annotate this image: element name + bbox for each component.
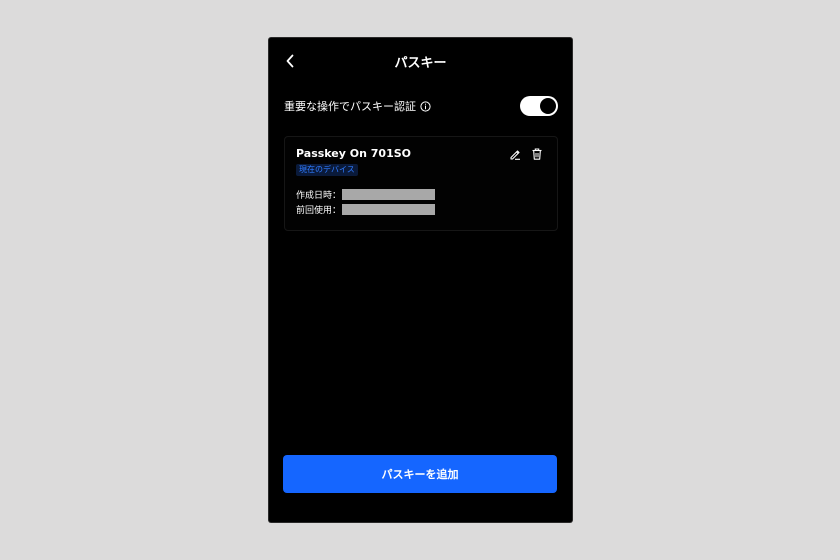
created-label: 作成日時： bbox=[296, 191, 342, 201]
passkey-auth-setting: 重要な操作でパスキー認証 bbox=[284, 95, 558, 117]
add-passkey-button[interactable]: パスキーを追加 bbox=[283, 455, 557, 493]
last-used-row: 前回使用： bbox=[296, 203, 436, 216]
passkey-card: Passkey On 701SO 現在のデバイス 作成日時： 前回使用： bbox=[284, 136, 558, 231]
last-used-label: 前回使用： bbox=[296, 206, 342, 216]
delete-passkey-button[interactable] bbox=[530, 146, 544, 160]
edit-passkey-button[interactable] bbox=[508, 146, 522, 160]
passkey-name: Passkey On 701SO bbox=[296, 147, 412, 160]
trash-icon bbox=[532, 148, 542, 160]
top-bar: パスキー bbox=[269, 38, 572, 84]
page-title: パスキー bbox=[394, 56, 447, 71]
current-device-badge: 現在のデバイス bbox=[296, 164, 358, 176]
passkey-auth-toggle[interactable] bbox=[520, 96, 558, 116]
created-value-redacted bbox=[342, 189, 436, 200]
created-row: 作成日時： bbox=[296, 188, 436, 201]
passkey-screen: パスキー 重要な操作でパスキー認証 Passkey On 701SO 現在のデバ… bbox=[269, 38, 572, 522]
pencil-icon bbox=[510, 150, 520, 160]
passkey-auth-label: 重要な操作でパスキー認証 bbox=[284, 100, 416, 113]
last-used-value-redacted bbox=[342, 204, 436, 215]
info-icon[interactable] bbox=[420, 100, 431, 112]
toggle-knob bbox=[540, 98, 556, 114]
